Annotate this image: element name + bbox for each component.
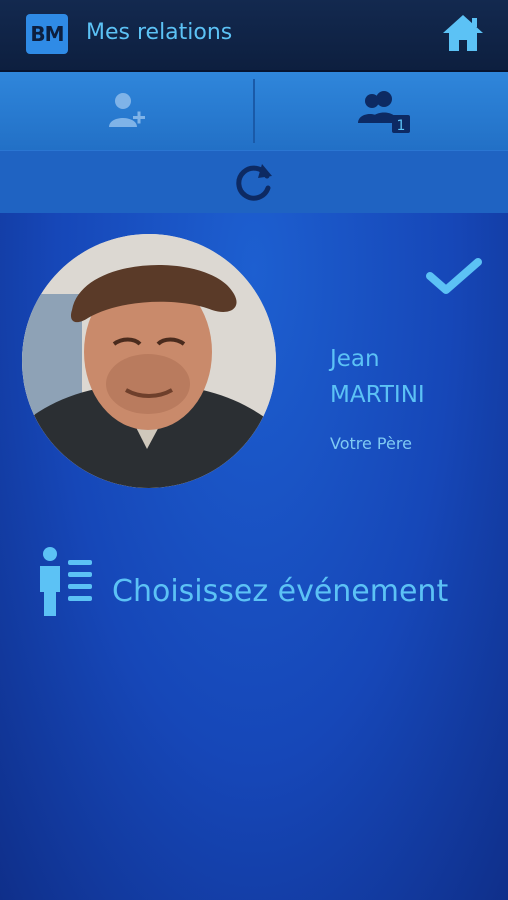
event-list-icon[interactable]: [36, 546, 94, 618]
add-contact-icon: [108, 93, 145, 127]
portrait-image: [22, 234, 276, 488]
group-count-badge: 1: [396, 118, 405, 134]
refresh-icon[interactable]: [232, 160, 276, 204]
app-header: BM Mes relations: [0, 0, 508, 72]
app-logo: BM: [26, 14, 68, 54]
tab-group[interactable]: 1: [255, 72, 508, 150]
page-title: Mes relations: [86, 20, 233, 45]
choose-event-button[interactable]: Choisissez événement: [112, 574, 448, 609]
check-icon[interactable]: [426, 256, 482, 296]
tab-add-contact[interactable]: [0, 72, 253, 150]
contact-relation: Votre Père: [330, 434, 412, 453]
group-icon: 1: [357, 91, 410, 134]
relation-tabs: 1: [0, 72, 508, 150]
contact-last-name: MARTINI: [330, 382, 425, 408]
home-icon[interactable]: [440, 12, 486, 54]
refresh-bar: [0, 150, 508, 213]
contact-photo: [22, 234, 276, 488]
contact-first-name: Jean: [330, 346, 380, 372]
